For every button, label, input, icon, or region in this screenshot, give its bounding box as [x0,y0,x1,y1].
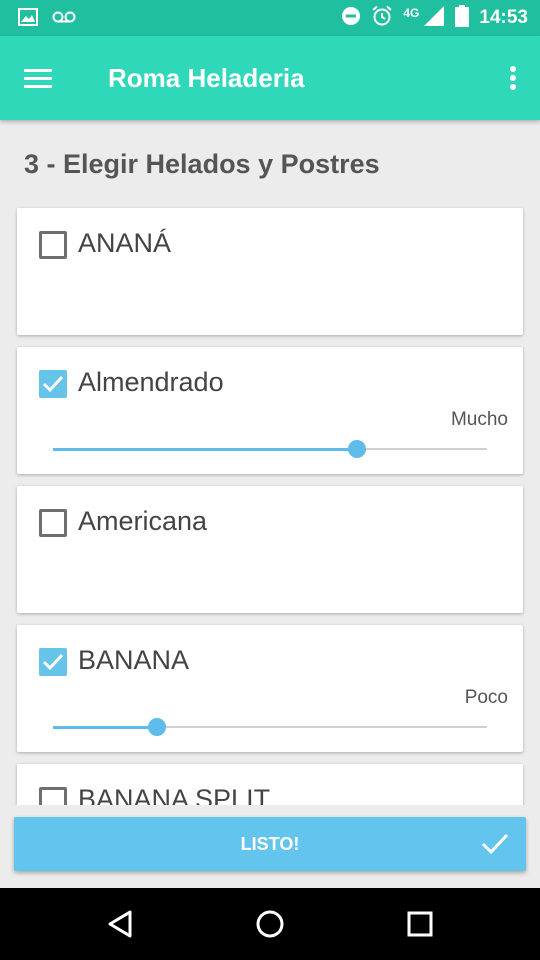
battery-icon [455,4,470,32]
item-name: Americana [78,506,208,536]
check-icon [481,833,509,855]
home-icon[interactable] [252,906,288,942]
quantity-label: Poco [464,687,508,708]
checkbox[interactable] [39,787,67,805]
quantity-slider[interactable] [53,717,487,737]
list-item[interactable]: ANANÁ [17,208,523,335]
item-name: BANANA SPLIT [78,784,271,805]
alarm-icon [371,5,393,32]
hamburger-menu-icon[interactable] [22,62,62,94]
app-title: Roma Heladeria [108,63,305,93]
done-button[interactable]: LISTO! [14,817,526,871]
app-bar: Roma Heladeria [0,36,540,120]
section-title: 3 - Elegir Helados y Postres [24,149,380,179]
list-item[interactable]: Almendrado Mucho [17,347,523,474]
item-name: Almendrado [78,367,224,397]
content-area: 3 - Elegir Helados y Postres ANANÁ Almen… [0,120,540,805]
recents-icon[interactable] [402,906,438,942]
list-item[interactable]: BANANA SPLIT [17,764,523,805]
navigation-bar [0,888,540,960]
list-item[interactable]: BANANA Poco [17,625,523,752]
slider-thumb[interactable] [148,718,167,736]
checkbox[interactable] [39,648,67,676]
more-vert-icon[interactable] [506,62,520,94]
quantity-label: Mucho [450,409,508,430]
voicemail-icon [52,10,76,29]
checkbox[interactable] [39,509,67,537]
checkbox[interactable] [39,370,67,398]
item-name: ANANÁ [78,228,172,258]
clock: 14:53 [479,7,528,28]
do-not-disturb-icon [341,6,361,31]
status-bar: 4G 14:53 [0,0,540,36]
network-type: 4G [403,6,420,20]
image-icon [18,8,38,31]
signal-icon [423,5,445,32]
list-item[interactable]: Americana [17,486,523,613]
slider-thumb[interactable] [347,440,366,458]
quantity-slider[interactable] [53,439,487,459]
back-icon[interactable] [102,906,138,942]
checkbox[interactable] [39,231,67,259]
item-name: BANANA [78,645,190,675]
done-button-label: LISTO! [240,834,300,854]
